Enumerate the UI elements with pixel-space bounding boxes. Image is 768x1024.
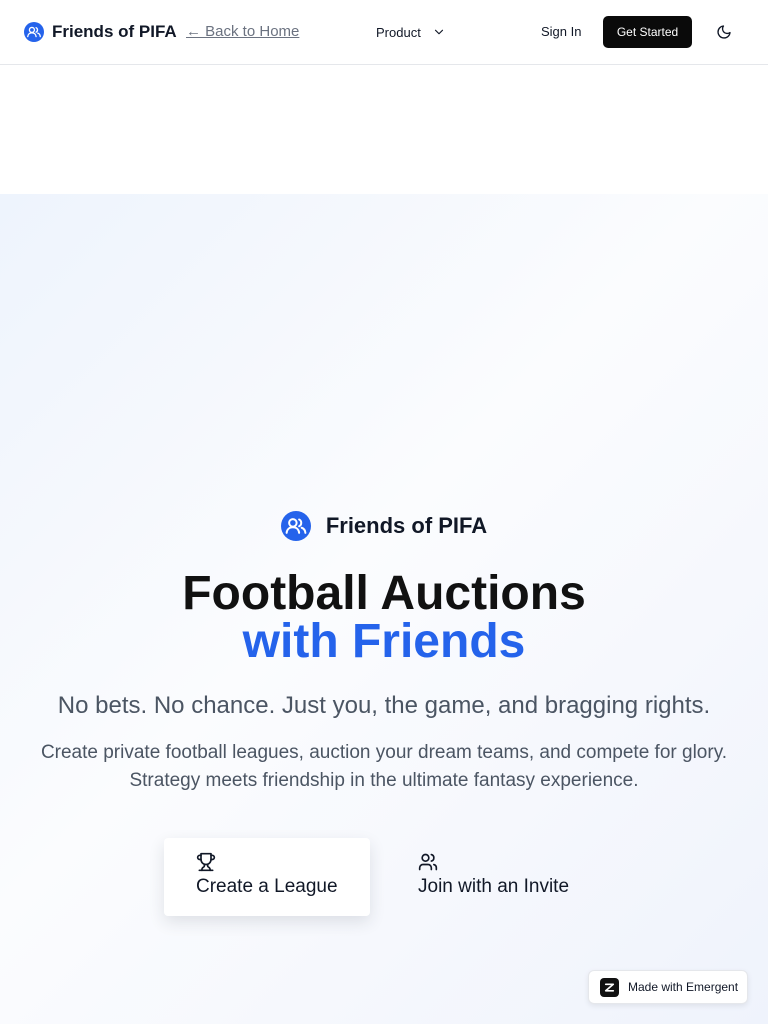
- theme-toggle-button[interactable]: [714, 22, 734, 42]
- users-circle-icon: [24, 22, 44, 42]
- get-started-button[interactable]: Get Started: [603, 16, 692, 48]
- trophy-icon: [196, 852, 216, 872]
- join-invite-label: Join with an Invite: [418, 876, 570, 897]
- create-league-button[interactable]: Create a League: [164, 838, 370, 916]
- product-menu-label: Product: [376, 24, 421, 40]
- moon-icon: [717, 25, 731, 39]
- made-with-emergent-badge[interactable]: Made with Emergent: [588, 970, 748, 1004]
- users-circle-icon: [280, 511, 311, 541]
- brand[interactable]: Friends of PIFA: [24, 20, 177, 44]
- back-to-home-link[interactable]: ← Back to Home: [186, 23, 299, 40]
- brand-name: Friends of PIFA: [52, 22, 177, 41]
- emergent-logo-icon: [600, 977, 619, 997]
- product-menu-button[interactable]: Product: [376, 22, 446, 42]
- hero-brand-name: Friends of PIFA: [325, 513, 488, 538]
- chevron-down-icon: [434, 29, 443, 35]
- description: Create private football leagues, auction…: [40, 742, 728, 791]
- join-invite-button[interactable]: Join with an Invite: [386, 838, 606, 916]
- hero-section: Friends of PIFA Football Auctions with F…: [0, 194, 768, 1024]
- sign-in-link[interactable]: Sign In: [541, 24, 581, 39]
- emergent-badge-label: Made with Emergent: [628, 980, 739, 994]
- users-icon: [418, 853, 438, 871]
- tagline: No bets. No chance. Just you, the game, …: [57, 692, 711, 719]
- headline-line-2: with Friends: [242, 615, 526, 668]
- navbar: Friends of PIFA ← Back to Home Product S…: [0, 0, 768, 65]
- create-league-label: Create a League: [196, 876, 338, 897]
- hero-brand: Friends of PIFA: [0, 510, 768, 542]
